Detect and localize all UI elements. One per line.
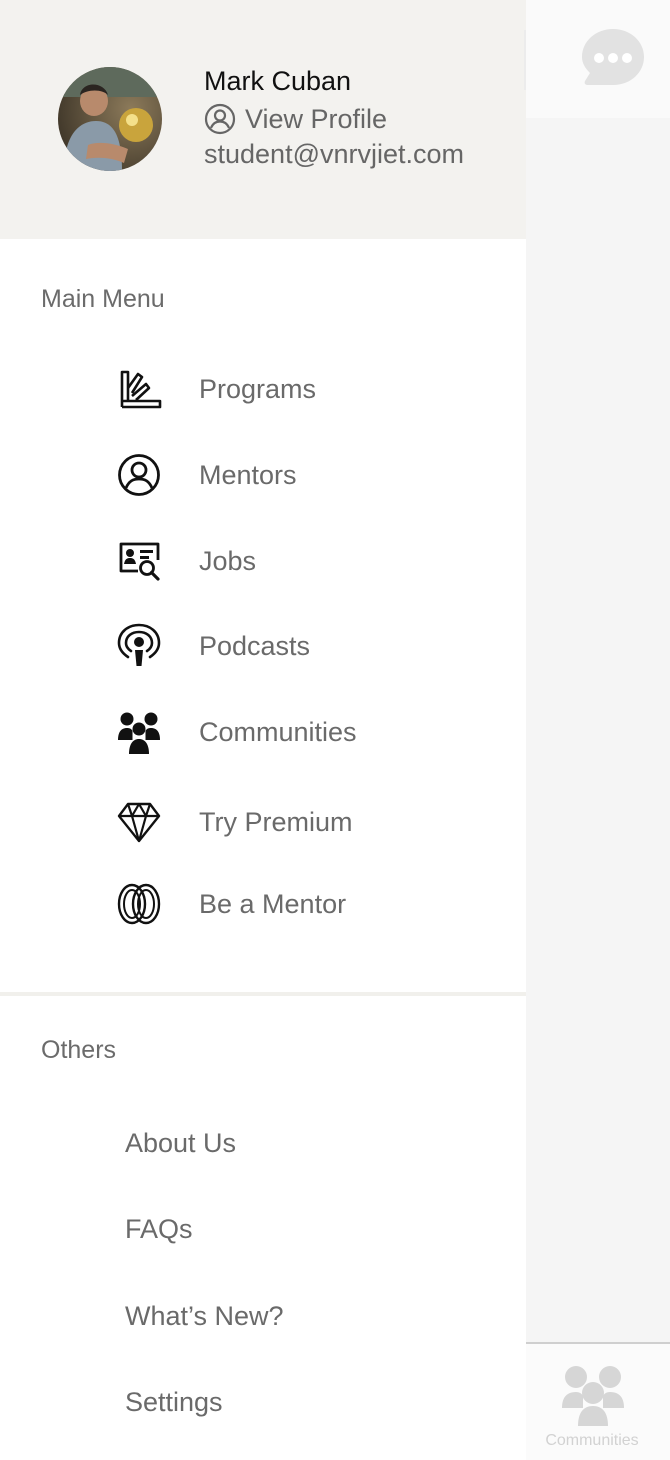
menu-item-label: Mentors bbox=[199, 459, 297, 490]
user-email: student@vnrvjiet.com bbox=[204, 139, 465, 169]
section-divider bbox=[0, 992, 526, 996]
menu-item-be-a-mentor[interactable]: Be a Mentor bbox=[0, 869, 526, 939]
user-circle-icon bbox=[118, 454, 160, 496]
menu-item-label: Be a Mentor bbox=[199, 888, 347, 919]
menu-item-label: Programs bbox=[199, 373, 317, 404]
menu-item-jobs[interactable]: Jobs bbox=[0, 526, 526, 596]
user-circle-icon bbox=[204, 103, 236, 135]
main-menu-title: Main Menu bbox=[41, 285, 165, 313]
menu-item-settings[interactable]: Settings bbox=[0, 1370, 526, 1434]
interlinked-rings-icon bbox=[117, 883, 161, 925]
avatar-photo bbox=[58, 67, 162, 171]
menu-item-try-premium[interactable]: Try Premium bbox=[0, 787, 526, 857]
profile-header: Mark Cuban View Profile student@vnrvjiet… bbox=[0, 0, 526, 239]
menu-item-label: What’s New? bbox=[125, 1300, 284, 1331]
menu-item-mentors[interactable]: Mentors bbox=[0, 440, 526, 510]
menu-item-label: About Us bbox=[125, 1127, 237, 1158]
chat-bubble-icon[interactable] bbox=[582, 27, 644, 89]
podcast-icon bbox=[117, 623, 161, 666]
others-title: Others bbox=[41, 1036, 117, 1064]
menu-item-label: Try Premium bbox=[199, 806, 353, 837]
menu-item-label: Settings bbox=[125, 1386, 223, 1417]
menu-item-whats-new[interactable]: What’s New? bbox=[0, 1284, 526, 1348]
communities-icon[interactable] bbox=[560, 1364, 626, 1428]
menu-item-label: Podcasts bbox=[199, 630, 311, 661]
menu-item-about-us[interactable]: About Us bbox=[0, 1111, 526, 1175]
avatar[interactable] bbox=[58, 67, 162, 171]
view-profile-link[interactable]: View Profile bbox=[204, 102, 387, 136]
diamond-icon bbox=[117, 802, 161, 843]
menu-item-label: Communities bbox=[199, 716, 357, 747]
navigation-drawer: Mark Cuban View Profile student@vnrvjiet… bbox=[0, 0, 526, 1460]
menu-item-podcasts[interactable]: Podcasts bbox=[0, 611, 526, 681]
job-search-icon bbox=[119, 542, 160, 581]
tab-communities-label[interactable]: Communities bbox=[526, 1432, 658, 1450]
view-profile-label: View Profile bbox=[245, 103, 388, 134]
menu-item-programs[interactable]: Programs bbox=[0, 354, 526, 424]
communities-icon bbox=[118, 712, 160, 754]
menu-item-faqs[interactable]: FAQs bbox=[0, 1197, 526, 1261]
programs-icon bbox=[120, 370, 162, 409]
menu-item-label: FAQs bbox=[125, 1213, 193, 1244]
menu-item-communities[interactable]: Communities bbox=[0, 697, 526, 767]
menu-item-label: Jobs bbox=[199, 545, 257, 576]
user-name: Mark Cuban bbox=[204, 66, 352, 96]
drawer-edge bbox=[524, 30, 526, 90]
